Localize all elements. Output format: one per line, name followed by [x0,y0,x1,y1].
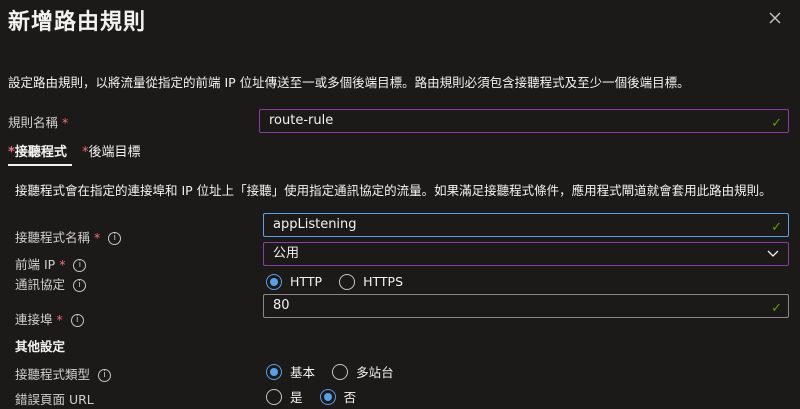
rule-name-label: 規則名稱 * [8,115,69,130]
radio-basic[interactable] [266,363,282,380]
listener-description: 接聽程式會在指定的連接埠和 IP 位址上「接聽」使用指定通訊協定的流量。如果滿足… [15,183,772,198]
tab-backend-targets[interactable]: *後端目標 [82,141,141,160]
port-label: 連接埠 * i [15,309,84,328]
radio-yes[interactable] [266,388,282,405]
protocol-radio-group: HTTP HTTPS [266,271,415,290]
info-icon[interactable]: i [73,259,87,272]
tab-selected-indicator [8,164,72,166]
checkmark-icon: ✓ [771,116,782,131]
radio-multi-site[interactable] [332,363,349,380]
listener-name-label: 接聽程式名稱 * i [15,227,122,246]
checkmark-icon: ✓ [771,220,782,235]
listener-type-radio-group: 基本 多站台 [266,361,406,381]
other-settings-heading: 其他設定 [15,339,66,354]
panel-title: 新增路由規則 [8,10,147,35]
rule-name-input[interactable]: route-rule ✓ [259,109,789,133]
tab-listener[interactable]: *接聽程式 [8,141,67,160]
error-page-radio-group: 是 否 [266,386,368,406]
protocol-label: 通訊協定 i [15,274,87,293]
info-icon[interactable]: i [98,369,112,382]
radio-http[interactable] [266,273,282,290]
checkmark-icon: ✓ [771,301,782,316]
info-icon[interactable]: i [70,314,84,327]
radio-no[interactable] [319,388,336,405]
chevron-down-icon [766,244,780,271]
port-input[interactable]: 80 ✓ [263,294,789,318]
listener-name-input[interactable]: appListening ✓ [263,213,789,237]
radio-https[interactable] [339,273,356,290]
frontend-ip-label: 前端 IP * i [15,254,87,273]
error-page-label: 錯誤頁面 URL [15,392,94,407]
close-icon[interactable] [765,8,785,28]
panel-description: 設定路由規則，以將流量從指定的前端 IP 位址傳送至一或多個後端目標。路由規則必… [8,75,690,90]
info-icon[interactable]: i [73,279,87,292]
frontend-ip-dropdown[interactable]: 公用 [263,242,789,266]
info-icon[interactable]: i [108,232,122,245]
listener-type-label: 接聽程式類型 i [15,364,112,383]
